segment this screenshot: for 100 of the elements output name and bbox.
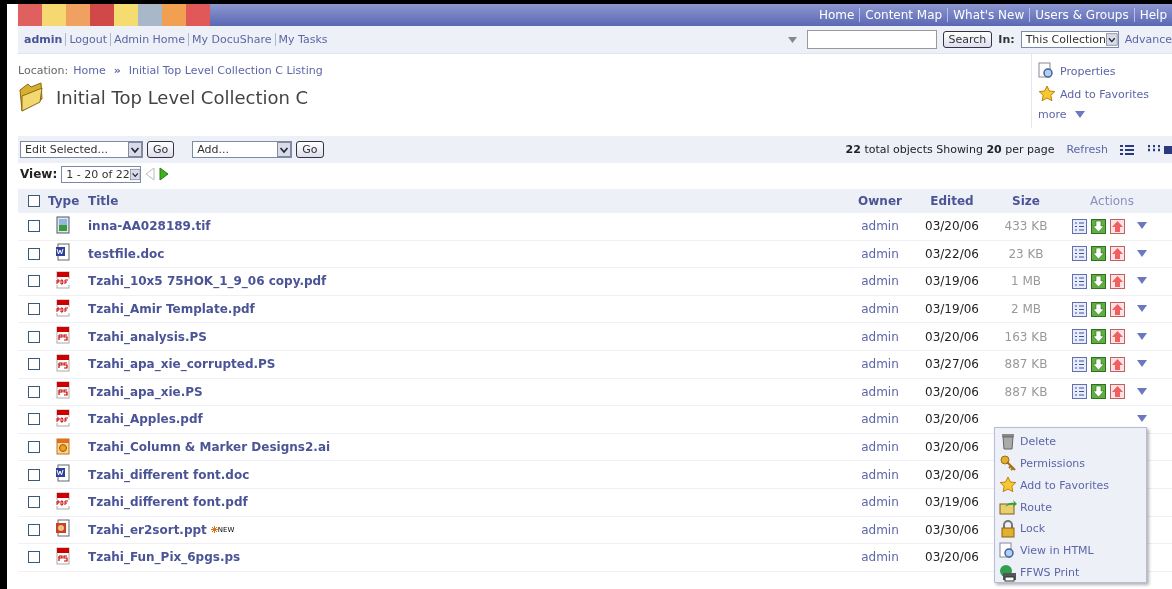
- actions-caret-icon[interactable]: [1137, 222, 1147, 231]
- go-button[interactable]: Go: [296, 141, 324, 158]
- file-title-link[interactable]: Tzahi_different font.doc: [88, 467, 844, 482]
- user-link[interactable]: Admin Home: [110, 33, 189, 46]
- nav-link[interactable]: Home: [813, 8, 860, 22]
- row-checkbox[interactable]: [28, 220, 40, 233]
- column-header[interactable]: Size: [988, 194, 1064, 208]
- menu-item[interactable]: View in HTML: [999, 541, 1146, 561]
- properties-icon[interactable]: [1072, 301, 1087, 317]
- search-button[interactable]: Search: [942, 31, 993, 48]
- owner-link[interactable]: admin: [844, 302, 916, 317]
- upload-icon[interactable]: [1110, 329, 1125, 345]
- select-all-checkbox[interactable]: [28, 195, 40, 207]
- actions-caret-icon[interactable]: [1137, 360, 1147, 369]
- next-page-icon[interactable]: [159, 167, 170, 181]
- file-title-link[interactable]: Tzahi_Amir Template.pdf: [88, 302, 844, 317]
- download-icon[interactable]: [1091, 301, 1106, 317]
- owner-link[interactable]: admin: [844, 440, 916, 455]
- owner-link[interactable]: admin: [844, 329, 916, 344]
- properties-icon[interactable]: [1072, 356, 1087, 372]
- nav-link[interactable]: Users & Groups: [1029, 8, 1134, 22]
- owner-link[interactable]: admin: [844, 412, 916, 427]
- user-link[interactable]: My DocuShare: [188, 33, 275, 46]
- file-title-link[interactable]: Tzahi_different font.pdf: [88, 495, 844, 510]
- edit-selected-select[interactable]: Edit Selected...: [20, 141, 143, 158]
- scope-select[interactable]: This Collection: [1020, 31, 1119, 48]
- upload-icon[interactable]: [1110, 301, 1125, 317]
- add-select[interactable]: Add...: [192, 141, 293, 158]
- file-title-link[interactable]: Tzahi_10x5 75HOK_1_9_06 copy.pdf: [88, 274, 844, 289]
- file-title-link[interactable]: inna-AA028189.tif: [88, 219, 844, 234]
- owner-link[interactable]: admin: [844, 384, 916, 399]
- row-checkbox[interactable]: [28, 496, 40, 509]
- column-header[interactable]: Edited: [916, 194, 988, 208]
- actions-caret-icon[interactable]: [1137, 387, 1147, 396]
- menu-item[interactable]: Delete: [999, 432, 1146, 451]
- nav-link[interactable]: Content Map: [859, 8, 948, 22]
- row-checkbox[interactable]: [28, 330, 40, 343]
- page-range-select[interactable]: 1 - 20 of 22: [61, 165, 142, 183]
- file-title-link[interactable]: testfile.doc: [88, 246, 844, 261]
- owner-link[interactable]: admin: [844, 357, 916, 372]
- column-header[interactable]: Owner: [844, 194, 916, 208]
- row-checkbox[interactable]: [28, 275, 40, 288]
- properties-icon[interactable]: [1072, 384, 1087, 400]
- caret-icon[interactable]: [787, 36, 797, 43]
- upload-icon[interactable]: [1110, 218, 1125, 234]
- more-link[interactable]: more: [1038, 108, 1164, 121]
- download-icon[interactable]: [1091, 384, 1106, 400]
- menu-item[interactable]: Add to Favorites: [999, 475, 1146, 495]
- menu-item[interactable]: FFWS Print: [999, 563, 1146, 582]
- menu-item[interactable]: Lock: [999, 519, 1146, 539]
- properties-icon[interactable]: [1072, 329, 1087, 345]
- upload-icon[interactable]: [1110, 356, 1125, 372]
- file-title-link[interactable]: Tzahi_Apples.pdf: [88, 412, 844, 427]
- side-action-link[interactable]: Properties: [1038, 62, 1164, 80]
- list-view-icon[interactable]: [1120, 144, 1134, 155]
- user-link[interactable]: Logout: [65, 33, 111, 46]
- file-title-link[interactable]: Tzahi_analysis.PS: [88, 329, 844, 344]
- owner-link[interactable]: admin: [844, 246, 916, 261]
- row-checkbox[interactable]: [28, 358, 40, 371]
- menu-item[interactable]: Permissions: [999, 453, 1146, 473]
- file-title-link[interactable]: Tzahi_Fun_Pix_6pgs.ps: [88, 550, 844, 565]
- download-icon[interactable]: [1091, 218, 1106, 234]
- file-title-link[interactable]: Tzahi_Column & Marker Designs2.ai: [88, 440, 844, 455]
- download-icon[interactable]: [1091, 274, 1106, 289]
- column-header[interactable]: Title: [88, 194, 844, 208]
- advanced-link[interactable]: Advance: [1124, 33, 1172, 46]
- user-link[interactable]: My Tasks: [274, 33, 331, 46]
- side-action-link[interactable]: Add to Favorites: [1038, 85, 1164, 103]
- owner-link[interactable]: admin: [844, 550, 916, 565]
- row-checkbox[interactable]: [28, 303, 40, 316]
- actions-caret-icon[interactable]: [1137, 305, 1147, 314]
- row-checkbox[interactable]: [28, 441, 40, 454]
- actions-caret-icon[interactable]: [1137, 332, 1147, 341]
- download-icon[interactable]: [1091, 356, 1106, 372]
- properties-icon[interactable]: [1072, 274, 1087, 289]
- download-icon[interactable]: [1091, 246, 1106, 262]
- owner-link[interactable]: admin: [844, 495, 916, 510]
- owner-link[interactable]: admin: [844, 522, 916, 537]
- breadcrumb-link[interactable]: Home: [73, 64, 106, 77]
- upload-icon[interactable]: [1110, 384, 1125, 400]
- breadcrumb-link[interactable]: Initial Top Level Collection C Listing: [128, 64, 323, 77]
- upload-icon[interactable]: [1110, 274, 1125, 289]
- properties-icon[interactable]: [1072, 246, 1087, 262]
- upload-icon[interactable]: [1110, 246, 1125, 262]
- owner-link[interactable]: admin: [844, 274, 916, 289]
- row-checkbox[interactable]: [28, 551, 40, 564]
- nav-link[interactable]: What's New: [947, 8, 1030, 22]
- row-checkbox[interactable]: [28, 247, 40, 260]
- owner-link[interactable]: admin: [844, 219, 916, 234]
- nav-link[interactable]: Help: [1133, 8, 1172, 22]
- row-checkbox[interactable]: [28, 413, 40, 426]
- row-checkbox[interactable]: [28, 468, 40, 481]
- row-checkbox[interactable]: [28, 385, 40, 398]
- envelope-icon[interactable]: [1164, 144, 1172, 155]
- menu-item[interactable]: Route: [999, 497, 1146, 517]
- properties-icon[interactable]: [1072, 218, 1087, 234]
- file-title-link[interactable]: Tzahi_apa_xie_corrupted.PS: [88, 357, 844, 372]
- actions-caret-icon[interactable]: [1137, 277, 1147, 286]
- actions-caret-icon[interactable]: [1137, 415, 1147, 424]
- owner-link[interactable]: admin: [844, 467, 916, 482]
